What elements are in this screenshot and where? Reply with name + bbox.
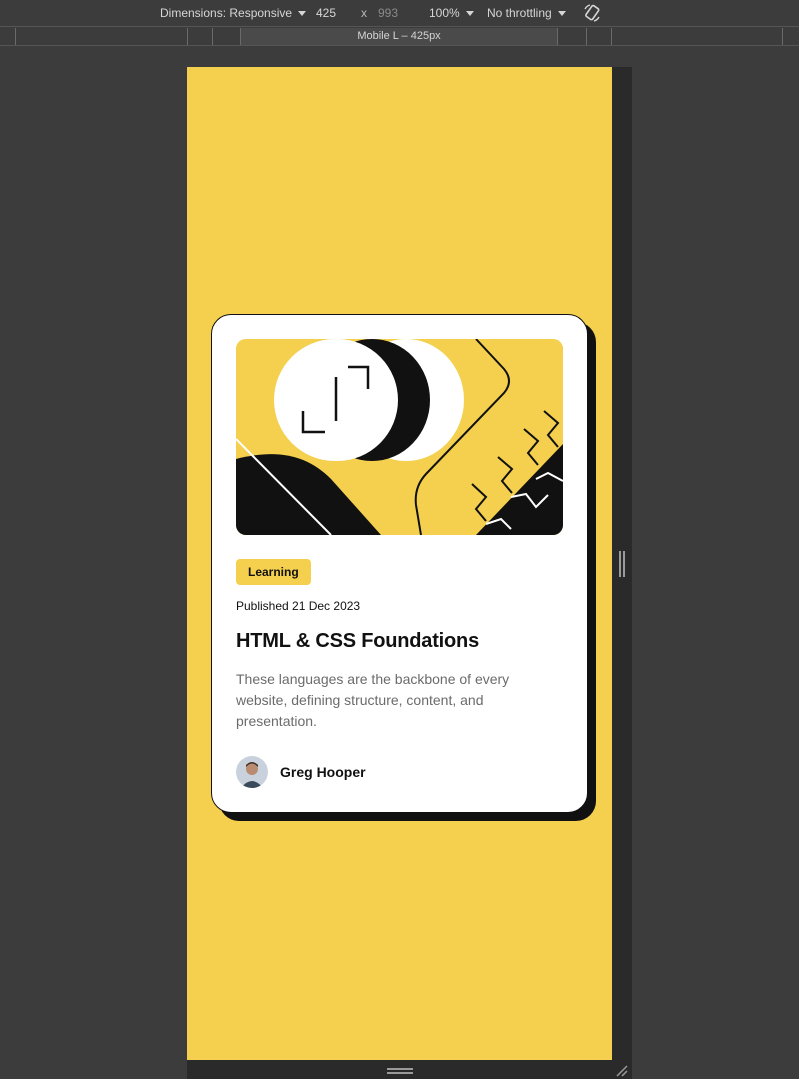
chevron-down-icon [557,11,566,17]
avatar [236,756,268,788]
media-query-bar: Mobile L – 425px [0,28,799,46]
throttling-label: No throttling [487,6,552,20]
corner-resize-icon[interactable] [614,1063,628,1077]
emulated-viewport: Learning Published 21 Dec 2023 HTML & CS… [187,67,612,1060]
blog-preview-card: Learning Published 21 Dec 2023 HTML & CS… [211,314,588,813]
throttling-dropdown[interactable]: No throttling [487,6,566,20]
card-description: These languages are the backbone of ever… [236,671,510,729]
zoom-dropdown[interactable]: 100% [429,6,474,20]
author-block: Greg Hooper [236,756,366,788]
bottom-resize-handle[interactable] [387,1068,413,1074]
card-title[interactable]: HTML & CSS Foundations [236,630,479,653]
category-tag: Learning [236,559,311,585]
height-input[interactable]: 993 [378,6,398,20]
rotate-icon[interactable] [582,3,602,23]
devtools-toolbar: Dimensions: Responsive 425 x 993 100% No… [0,0,799,27]
chevron-down-icon [465,11,474,17]
dimensions-dropdown[interactable]: Dimensions: Responsive [160,6,307,20]
chevron-down-icon [298,11,307,17]
right-resize-handle[interactable] [619,551,625,577]
avatar-image [236,756,268,788]
published-date: Published 21 Dec 2023 [236,599,361,613]
dimension-separator: x [361,6,367,20]
illustration-graphic [236,339,563,535]
author-name: Greg Hooper [280,764,366,780]
hero-illustration [236,339,563,535]
zoom-label: 100% [429,6,460,20]
media-query-label[interactable]: Mobile L – 425px [240,28,558,45]
dimensions-label: Dimensions: Responsive [160,6,293,20]
width-input[interactable]: 425 [316,6,336,20]
